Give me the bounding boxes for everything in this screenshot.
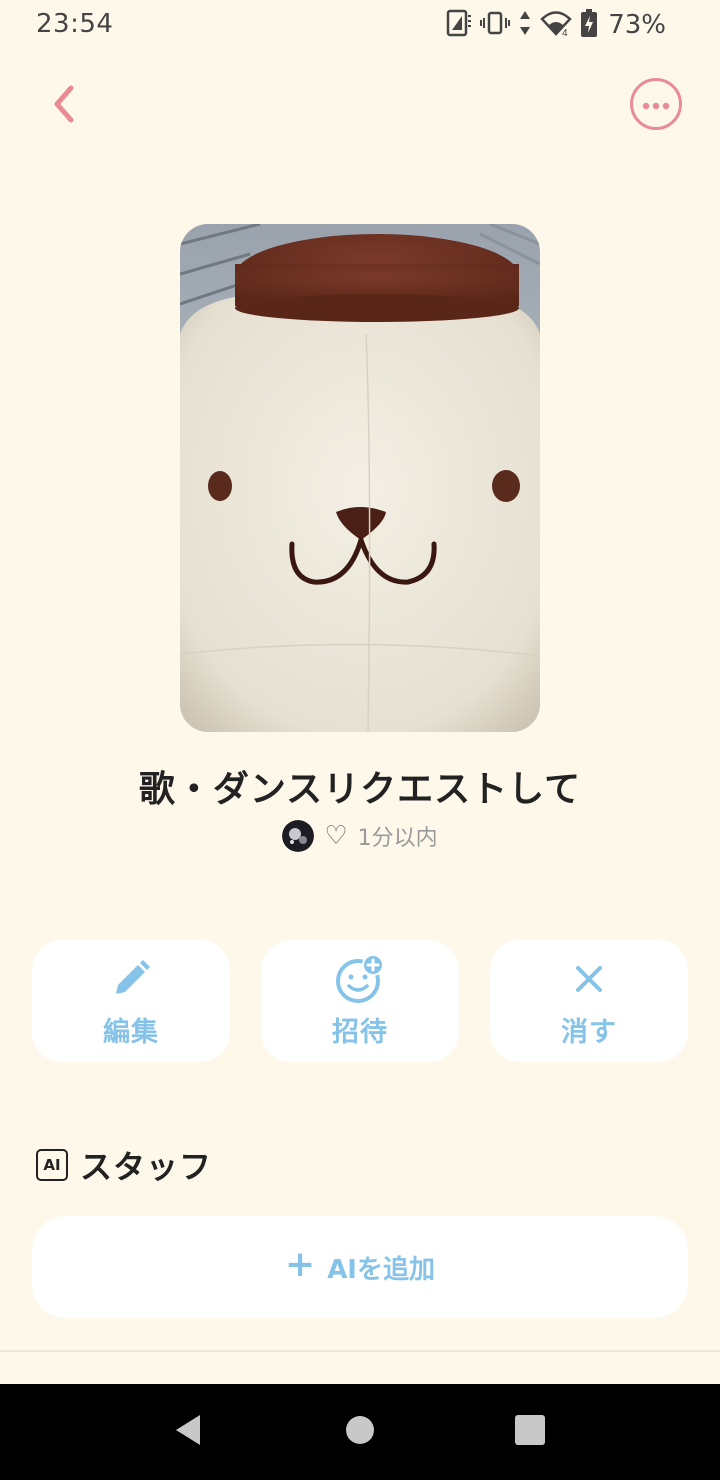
- more-options-button[interactable]: [630, 78, 682, 130]
- nav-back-icon: [172, 1413, 204, 1451]
- add-ai-button[interactable]: + AIを追加: [32, 1216, 688, 1318]
- divider: [0, 1350, 720, 1352]
- plus-icon: +: [285, 1244, 316, 1285]
- nav-recents-icon: [515, 1415, 545, 1449]
- svg-text:4: 4: [562, 28, 568, 38]
- ai-badge-icon: AI: [36, 1149, 68, 1181]
- pencil-icon: [110, 954, 152, 1004]
- room-cover-image[interactable]: [180, 224, 540, 732]
- status-time: 23:54: [36, 9, 114, 39]
- heart-icon[interactable]: ♡: [324, 823, 347, 849]
- screen: 23:54 4 73% 歌・ダンスリクエストして ♡ 1分以内 編集 招待 消す…: [0, 0, 720, 1480]
- wifi-icon: 4: [540, 8, 572, 42]
- back-button[interactable]: [36, 78, 92, 134]
- nav-recents-button[interactable]: [502, 1404, 558, 1460]
- staff-section-header: AI スタッフ: [36, 1142, 212, 1188]
- status-icons: 4 73%: [446, 8, 666, 42]
- close-icon: [573, 954, 605, 1004]
- delete-button[interactable]: 消す: [490, 940, 688, 1062]
- battery-percent: 73%: [608, 10, 666, 40]
- nav-home-button[interactable]: [332, 1404, 388, 1460]
- edit-label: 編集: [103, 1016, 159, 1048]
- delete-label: 消す: [561, 1016, 617, 1048]
- battery-charging-icon: [580, 8, 598, 42]
- more-horizontal-icon: [642, 95, 670, 114]
- nfc-icon: [446, 8, 472, 42]
- add-ai-label: AIを追加: [327, 1254, 435, 1285]
- edit-button[interactable]: 編集: [32, 940, 230, 1062]
- chevron-left-icon: [49, 84, 79, 128]
- nav-back-button[interactable]: [160, 1404, 216, 1460]
- time-ago: 1分以内: [357, 826, 438, 851]
- owner-avatar[interactable]: [282, 820, 315, 852]
- data-arrows-icon: [518, 8, 532, 42]
- nav-home-icon: [344, 1414, 376, 1450]
- invite-label: 招待: [332, 1016, 388, 1048]
- room-title: 歌・ダンスリクエストして: [138, 769, 582, 810]
- invite-button[interactable]: 招待: [261, 940, 459, 1062]
- system-nav-bar: [0, 1384, 720, 1480]
- vibrate-icon: [480, 8, 511, 42]
- staff-section-title: スタッフ: [80, 1148, 213, 1186]
- add-friend-icon: [334, 953, 386, 1004]
- room-meta: ♡ 1分以内: [0, 820, 720, 852]
- status-bar: 23:54 4 73%: [0, 0, 720, 52]
